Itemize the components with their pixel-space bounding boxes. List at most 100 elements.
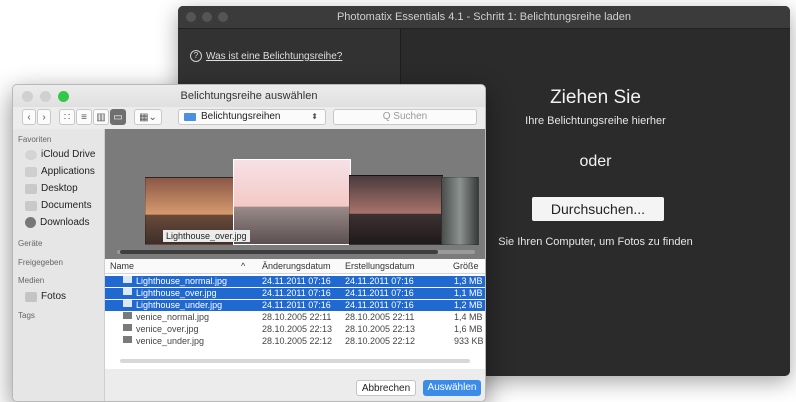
cover-flow-icon: ▭: [113, 112, 123, 123]
close-button[interactable]: [186, 12, 196, 22]
scrollbar-thumb[interactable]: [120, 250, 438, 254]
table-row[interactable]: Lighthouse_normal.jpg 24.11.2011 07:16 24.…: [105, 276, 485, 287]
column-header-name[interactable]: Name: [110, 261, 134, 271]
column-view-button[interactable]: ▥: [93, 109, 109, 125]
sidebar-item-label: Desktop: [41, 183, 78, 194]
sidebar-section-favorites: Favoriten: [18, 135, 52, 144]
image-file-icon: [123, 300, 132, 307]
column-header-size[interactable]: Größe: [453, 261, 479, 271]
table-row[interactable]: Lighthouse_under.jpg 24.11.2011 07:16 24.1…: [105, 300, 485, 311]
sidebar-item-applications[interactable]: Applications: [25, 166, 95, 177]
sidebar-item-label: Applications: [41, 166, 95, 177]
help-link[interactable]: ? Was ist eine Belichtungsreihe?: [190, 50, 342, 62]
columns-icon: ▥: [96, 112, 106, 123]
column-header-created[interactable]: Erstellungsdatum: [345, 261, 415, 271]
info-icon: ?: [190, 50, 202, 62]
cloud-icon: [25, 149, 37, 160]
cell-name: Lighthouse_under.jpg: [136, 300, 223, 310]
cell-name: venice_under.jpg: [136, 336, 205, 346]
sidebar-item-label: iCloud Drive: [41, 149, 96, 160]
preview-caption: Lighthouse_over.jpg: [163, 230, 250, 242]
table-row[interactable]: venice_normal.jpg 28.10.2005 22:11 28.10.2…: [105, 312, 485, 323]
thumbnail-lighthouse-under[interactable]: [349, 175, 443, 245]
cell-size: 1,6 MB: [454, 324, 483, 334]
help-link-label: Was ist eine Belichtungsreihe?: [206, 50, 343, 62]
dialog-minimize-button[interactable]: [40, 91, 51, 102]
cell-size: 1,1 MB: [454, 288, 483, 298]
location-popup[interactable]: Belichtungsreihen ⬍: [178, 109, 326, 125]
sort-ascending-icon: ^: [241, 261, 246, 271]
table-row[interactable]: venice_over.jpg 28.10.2005 22:13 28.10.200…: [105, 324, 485, 335]
sidebar-item-downloads[interactable]: Downloads: [25, 217, 89, 228]
dialog-close-button[interactable]: [22, 91, 33, 102]
cell-name: Lighthouse_over.jpg: [136, 288, 217, 298]
arrange-icon: ▦⌄: [139, 112, 157, 123]
image-file-icon: [123, 288, 132, 295]
choose-button[interactable]: Auswählen: [423, 380, 481, 396]
back-button[interactable]: ‹: [22, 109, 36, 125]
window-controls: [186, 12, 228, 22]
desktop-icon: [25, 183, 37, 194]
cell-modified: 24.11.2011 07:16: [262, 300, 331, 310]
location-label: Belichtungsreihen: [201, 111, 281, 122]
image-file-icon: [123, 336, 132, 343]
cell-modified: 28.10.2005 22:13: [262, 324, 333, 334]
download-icon: [25, 217, 36, 228]
table-row[interactable]: venice_under.jpg 28.10.2005 22:12 28.10.20…: [105, 336, 485, 347]
sidebar-item-fotos[interactable]: Fotos: [25, 291, 66, 302]
cell-created: 24.11.2011 07:16: [345, 288, 414, 298]
dialog-title-bar: Belichtungsreihe auswählen: [13, 85, 485, 107]
sidebar-item-icloud-drive[interactable]: iCloud Drive: [25, 149, 95, 160]
file-list-header: Name ^ Änderungsdatum Erstellungsdatum G…: [105, 259, 485, 274]
chevron-right-icon: ›: [42, 112, 46, 123]
cell-modified: 24.11.2011 07:16: [262, 288, 331, 298]
zoom-button[interactable]: [218, 12, 228, 22]
sidebar: Favoriten iCloud Drive Applications Desk…: [13, 129, 105, 401]
cell-created: 28.10.2005 22:11: [345, 312, 415, 322]
cell-created: 24.11.2011 07:16: [345, 300, 414, 310]
cell-size: 1,3 MB: [454, 276, 483, 286]
cover-flow-scrollbar[interactable]: [117, 250, 475, 254]
cover-flow-preview[interactable]: [105, 129, 485, 259]
cell-size: 1,2 MB: [454, 300, 483, 310]
thumbnail-lighthouse-over[interactable]: [233, 159, 351, 245]
window-title: Photomatix Essentials 4.1 - Schritt 1: B…: [336, 11, 632, 23]
minimize-button[interactable]: [202, 12, 212, 22]
sidebar-item-documents[interactable]: Documents: [25, 200, 92, 211]
list-view-button[interactable]: ≡: [76, 109, 92, 125]
chevron-left-icon: ‹: [27, 112, 31, 123]
dialog-zoom-button[interactable]: [58, 91, 69, 102]
thumbnail-venice[interactable]: [441, 177, 479, 245]
cover-flow-button[interactable]: ▭: [110, 109, 126, 125]
folder-icon: [184, 113, 196, 121]
cell-modified: 28.10.2005 22:12: [262, 336, 333, 346]
browse-button[interactable]: Durchsuchen...: [532, 197, 664, 221]
cell-created: 24.11.2011 07:16: [345, 276, 414, 286]
search-input[interactable]: Q Suchen: [333, 109, 477, 125]
icon-view-button[interactable]: ∷: [59, 109, 75, 125]
file-list: Name ^ Änderungsdatum Erstellungsdatum G…: [105, 259, 485, 369]
cell-created: 28.10.2005 22:12: [345, 336, 416, 346]
cell-created: 28.10.2005 22:13: [345, 324, 416, 334]
cell-size: 933 KB: [454, 336, 484, 346]
updown-chevron-icon: ⬍: [311, 112, 318, 121]
sidebar-item-desktop[interactable]: Desktop: [25, 183, 78, 194]
column-header-modified[interactable]: Änderungsdatum: [262, 261, 331, 271]
forward-button[interactable]: ›: [37, 109, 51, 125]
cell-name: Lighthouse_normal.jpg: [136, 276, 228, 286]
list-icon: ≡: [81, 112, 87, 123]
sidebar-item-label: Documents: [41, 200, 92, 211]
sidebar-section-media: Medien: [18, 276, 45, 285]
cell-modified: 24.11.2011 07:16: [262, 276, 331, 286]
dialog-toolbar: ‹ › ∷ ≡ ▥ ▭ ▦⌄ Belichtungsreihen ⬍ Q Suc…: [13, 107, 485, 129]
cell-modified: 28.10.2005 22:11: [262, 312, 332, 322]
sidebar-section-shared: Freigegeben: [18, 258, 63, 267]
sidebar-section-devices: Geräte: [18, 239, 43, 248]
photomatix-title-bar: Photomatix Essentials 4.1 - Schritt 1: B…: [178, 6, 790, 29]
dialog-footer: Abbrechen Auswählen: [105, 369, 485, 401]
file-list-horizontal-scrollbar[interactable]: [120, 359, 470, 363]
cancel-button[interactable]: Abbrechen: [356, 380, 416, 396]
table-row[interactable]: Lighthouse_over.jpg 24.11.2011 07:16 24.11…: [105, 288, 485, 299]
arrange-button[interactable]: ▦⌄: [134, 109, 162, 125]
applications-icon: [25, 166, 37, 177]
